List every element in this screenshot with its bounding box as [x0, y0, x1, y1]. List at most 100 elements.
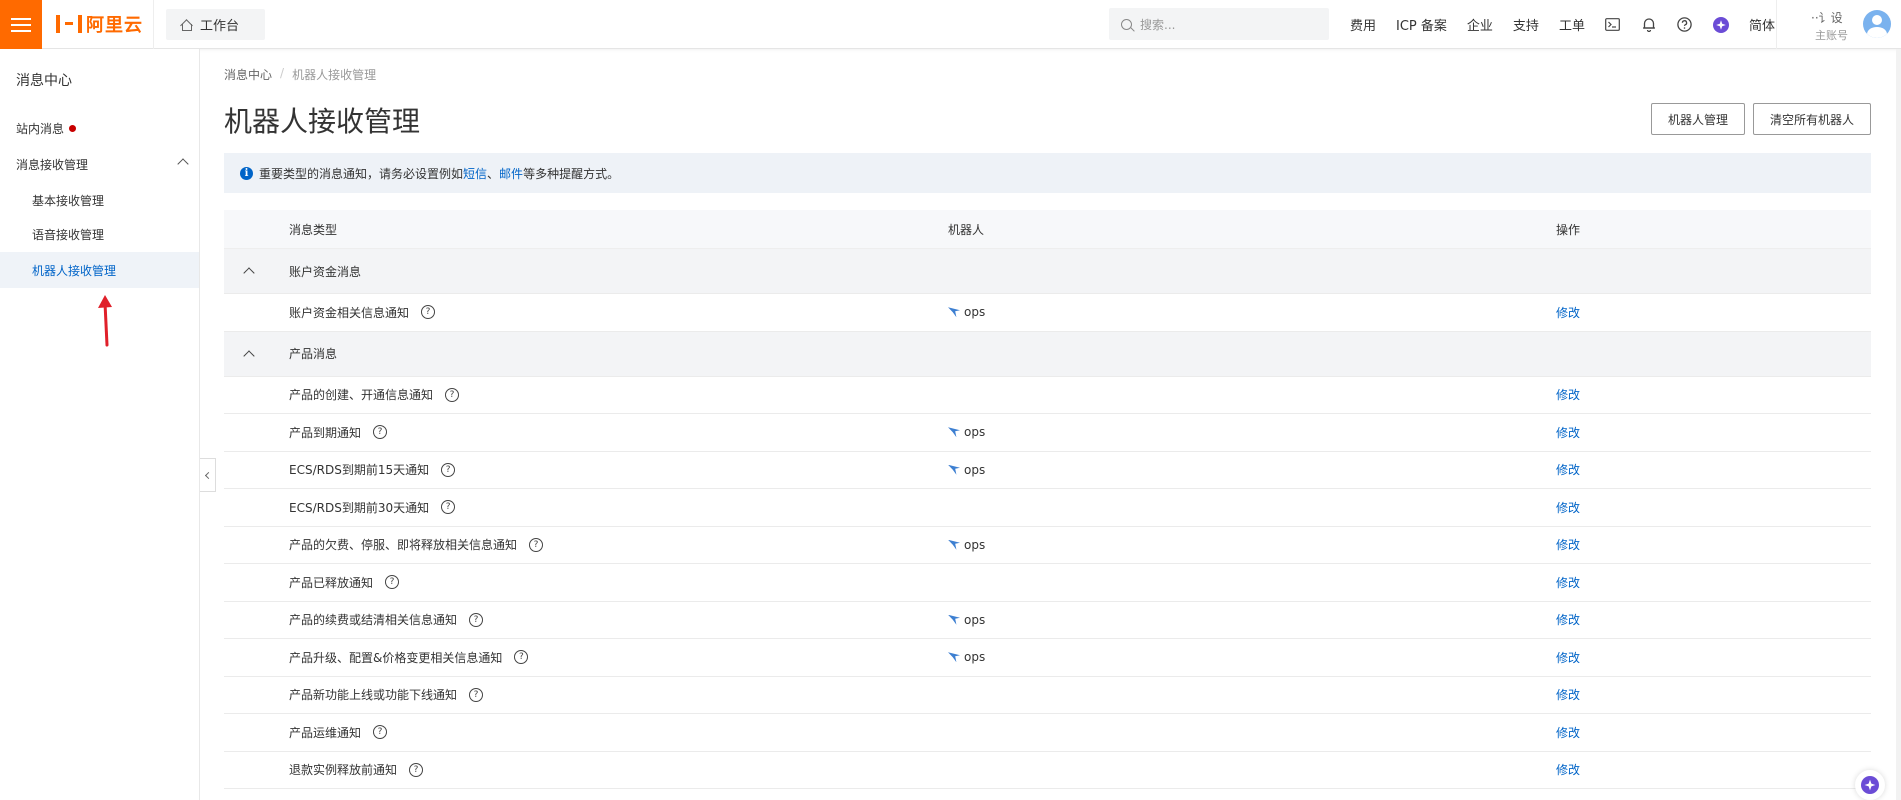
nav-ticket[interactable]: 工单 — [1559, 15, 1585, 34]
nav-billing[interactable]: 费用 — [1350, 15, 1376, 34]
message-type-label: 产品运维通知 — [289, 725, 362, 740]
breadcrumb-home[interactable]: 消息中心 — [224, 66, 272, 83]
sidebar-item-voice-receive[interactable]: 语音接收管理 — [0, 216, 199, 252]
collapse-caret-icon[interactable] — [243, 349, 255, 362]
message-type-label: 产品到期通知 — [289, 425, 362, 440]
table-row: 产品升级、配置&价格变更相关信息通知? ops 修改 — [224, 639, 1871, 677]
question-help-icon[interactable]: ? — [441, 500, 456, 515]
message-type-label: 产品的续费或结清相关信息通知 — [289, 613, 458, 628]
ai-assistant-float-button[interactable] — [1855, 770, 1885, 800]
group-name: 账户资金消息 — [289, 264, 362, 279]
edit-link[interactable]: 修改 — [1556, 574, 1580, 591]
message-type-label: 产品的创建、开通信息通知 — [289, 388, 434, 403]
question-help-icon[interactable]: ? — [373, 725, 388, 740]
aliyun-logo[interactable]: 阿里云 — [56, 12, 143, 36]
dingtalk-robot-icon — [948, 307, 960, 318]
edit-link[interactable]: 修改 — [1556, 536, 1580, 553]
table-group-row: 产品消息 — [224, 331, 1871, 377]
clear-all-robots-button[interactable]: 清空所有机器人 — [1753, 103, 1871, 135]
robot-cell: ops — [948, 425, 985, 439]
edit-link[interactable]: 修改 — [1556, 499, 1580, 516]
home-icon — [180, 19, 192, 31]
robot-name: ops — [964, 305, 986, 320]
question-help-icon[interactable]: ? — [373, 425, 388, 440]
workbench-button[interactable]: 工作台 — [166, 9, 265, 40]
chevron-up-icon — [177, 158, 189, 170]
message-type-cell: 产品的欠费、停服、即将释放相关信息通知? — [289, 536, 544, 553]
edit-link[interactable]: 修改 — [1556, 724, 1580, 741]
user-menu[interactable]: ··讠设 主账号 — [1776, 0, 1901, 49]
robot-cell: ops — [948, 463, 985, 477]
chevron-left-icon — [204, 471, 213, 479]
robot-name: ops — [964, 650, 986, 665]
robot-name: ops — [964, 462, 986, 477]
edit-link[interactable]: 修改 — [1556, 611, 1580, 628]
language-switch[interactable]: 简体 — [1749, 15, 1775, 34]
table-row: 退款实例释放前通知? 修改 — [224, 752, 1871, 789]
notice-text: 重要类型的消息通知，请务必设置例如 — [259, 166, 464, 181]
red-arrow-annotation — [98, 295, 112, 347]
nav-enterprise[interactable]: 企业 — [1467, 15, 1493, 34]
robot-name: ops — [964, 537, 986, 552]
nav-icp[interactable]: ICP 备案 — [1396, 15, 1447, 34]
table-row: 产品运维通知? 修改 — [224, 714, 1871, 752]
table-body: 账户资金消息 账户资金相关信息通知? ops 修改 产品消息 产品的创建、开通信息通知? 修… — [224, 249, 1871, 789]
sidebar-item-label: 机器人接收管理 — [32, 263, 117, 278]
page-scrollbar[interactable] — [1896, 49, 1901, 800]
edit-link[interactable]: 修改 — [1556, 649, 1580, 666]
breadcrumb-separator: / — [280, 66, 285, 80]
robot-cell: ops — [948, 305, 985, 319]
workbench-label: 工作台 — [200, 19, 240, 34]
sidebar-item-robot-receive[interactable]: 机器人接收管理 — [0, 252, 199, 288]
collapse-caret-icon[interactable] — [243, 267, 255, 279]
question-help-icon[interactable]: ? — [445, 387, 460, 402]
robot-name: ops — [964, 612, 986, 627]
message-type-label: ECS/RDS到期前30天通知 — [289, 500, 430, 515]
page-title: 机器人接收管理 — [224, 105, 421, 138]
message-type-cell: 退款实例释放前通知? — [289, 761, 424, 778]
dingtalk-robot-icon — [948, 427, 960, 438]
dingtalk-robot-icon — [948, 614, 960, 625]
sidebar-item-basic-receive[interactable]: 基本接收管理 — [0, 182, 199, 218]
terminal-icon[interactable] — [1605, 17, 1621, 33]
email-link[interactable]: 邮件 — [499, 165, 523, 182]
question-help-icon[interactable]: ? — [514, 650, 529, 665]
table-group-row: 账户资金消息 — [224, 249, 1871, 294]
search-input[interactable]: 搜索... — [1109, 8, 1329, 40]
ai-assistant-icon[interactable] — [1712, 16, 1729, 33]
edit-link[interactable]: 修改 — [1556, 461, 1580, 478]
bell-icon[interactable] — [1641, 17, 1657, 33]
message-type-label: 账户资金相关信息通知 — [289, 305, 410, 320]
nav-support[interactable]: 支持 — [1513, 15, 1539, 34]
sparkle-icon — [1861, 776, 1879, 794]
notice-separator: 、 — [487, 166, 500, 181]
question-help-icon[interactable]: ? — [409, 762, 424, 777]
brand-name: 阿里云 — [86, 15, 143, 36]
unread-dot — [69, 124, 77, 132]
question-help-icon[interactable]: ? — [469, 687, 484, 702]
sms-link[interactable]: 短信 — [463, 165, 487, 182]
edit-link[interactable]: 修改 — [1556, 686, 1580, 703]
edit-link[interactable]: 修改 — [1556, 424, 1580, 441]
message-type-cell: 产品已释放通知? — [289, 574, 400, 591]
robot-cell: ops — [948, 650, 985, 664]
question-help-icon[interactable]: ? — [385, 575, 400, 590]
notice-banner: i 重要类型的消息通知，请务必设置例如 短信 、 邮件 等多种提醒方式。 — [224, 153, 1871, 193]
avatar[interactable] — [1863, 10, 1891, 38]
question-help-icon[interactable]: ? — [421, 305, 436, 320]
robot-manage-button[interactable]: 机器人管理 — [1651, 103, 1745, 135]
help-circle-icon[interactable] — [1677, 17, 1693, 33]
header-robot: 机器人 — [948, 222, 985, 237]
sidebar-item-receive-manage[interactable]: 消息接收管理 — [0, 146, 199, 182]
message-type-label: 产品升级、配置&价格变更相关信息通知 — [289, 650, 503, 665]
edit-link[interactable]: 修改 — [1556, 761, 1580, 778]
sidebar-item-inbox[interactable]: 站内消息 — [0, 110, 199, 146]
sidebar-collapse-button[interactable] — [200, 458, 216, 492]
question-help-icon[interactable]: ? — [441, 462, 456, 477]
edit-link[interactable]: 修改 — [1556, 304, 1580, 321]
edit-link[interactable]: 修改 — [1556, 386, 1580, 403]
question-help-icon[interactable]: ? — [469, 612, 484, 627]
hamburger-menu-icon[interactable] — [0, 0, 42, 49]
info-icon: i — [240, 166, 253, 180]
question-help-icon[interactable]: ? — [529, 537, 544, 552]
